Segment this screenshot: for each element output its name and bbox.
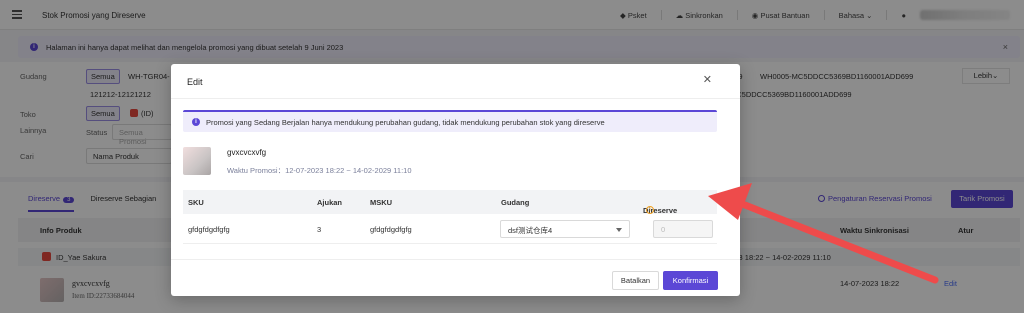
col-msku: MSKU: [370, 198, 393, 207]
divider: [171, 98, 740, 99]
promotion-period: Waktu Promosi：12-07-2023 18:22 ~ 14-02-2…: [227, 166, 412, 175]
warehouse-select[interactable]: dsf测试仓库4: [500, 220, 630, 238]
close-icon[interactable]: ✕: [703, 74, 712, 86]
reserved-qty-input[interactable]: 0: [653, 220, 713, 238]
help-icon[interactable]: i: [646, 206, 654, 214]
col-sku: SKU: [188, 198, 204, 207]
edit-modal: Edit ✕ i Promosi yang Sedang Berjalan ha…: [171, 64, 740, 296]
divider: [171, 259, 740, 260]
product-name: gvxcvcxvfg: [227, 148, 267, 157]
modal-title: Edit: [187, 77, 203, 87]
table-row: gfdgfdgdfgfg 3 gfdgfdgdfgfg dsf测试仓库4 0: [183, 214, 717, 244]
ajukan-value: 3: [317, 225, 322, 234]
modal-notice: i Promosi yang Sedang Berjalan hanya men…: [183, 110, 717, 132]
msku-value: gfdgfdgdfgfg: [370, 225, 412, 234]
cancel-button[interactable]: Batalkan: [612, 271, 659, 290]
chevron-down-icon: [616, 228, 622, 232]
col-ajukan: Ajukan: [317, 198, 343, 207]
info-icon: i: [192, 118, 200, 126]
confirm-button[interactable]: Konfirmasi: [663, 271, 718, 290]
modal-notice-text: Promosi yang Sedang Berjalan hanya mendu…: [206, 118, 605, 127]
sku-value: gfdgfdgdfgfg: [188, 225, 230, 234]
sku-table-header: SKU Ajukan MSKU Gudang Direserve i: [183, 190, 717, 215]
col-gudang: Gudang: [501, 198, 530, 207]
product-thumbnail: [183, 147, 211, 175]
